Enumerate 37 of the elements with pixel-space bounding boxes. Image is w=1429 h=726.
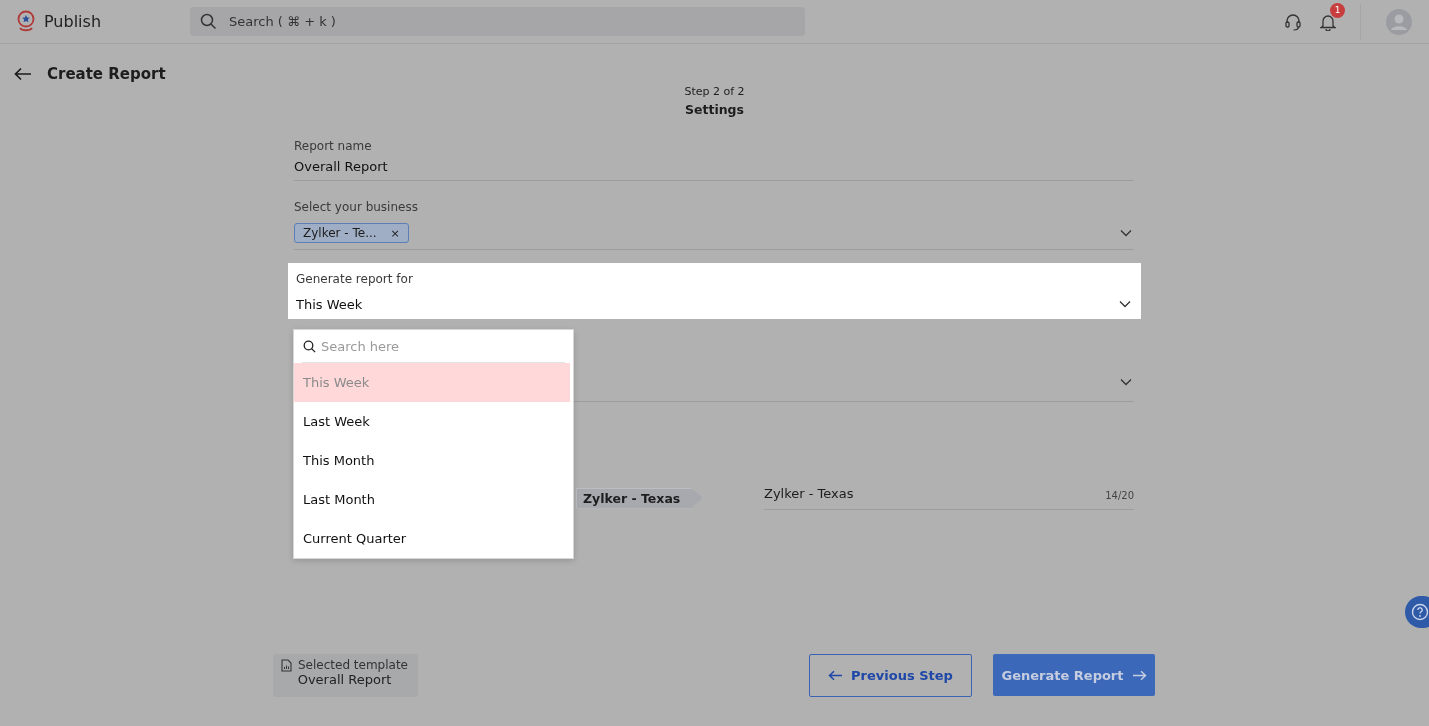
field-label: Select your business bbox=[294, 200, 419, 214]
chevron-down-icon[interactable] bbox=[1120, 229, 1132, 237]
document-icon bbox=[281, 658, 292, 672]
dropdown-option[interactable]: Last Month bbox=[294, 480, 570, 519]
headset-icon[interactable] bbox=[1284, 12, 1302, 31]
field-label: Generate report for bbox=[296, 272, 414, 286]
dropdown-option[interactable]: This Month bbox=[294, 441, 570, 480]
template-name: Overall Report bbox=[297, 672, 392, 687]
step-title: Settings bbox=[685, 102, 744, 117]
chevron-down-icon[interactable] bbox=[1120, 378, 1132, 386]
search-icon bbox=[303, 340, 316, 353]
bell-icon[interactable] bbox=[1320, 12, 1336, 31]
template-label: Selected template bbox=[298, 658, 408, 672]
search-icon bbox=[200, 13, 217, 30]
notification-badge: 1 bbox=[1330, 2, 1345, 18]
page-title: Create Report bbox=[47, 65, 166, 83]
dropdown-option[interactable]: Last Week bbox=[294, 402, 570, 441]
logo-icon bbox=[16, 9, 36, 34]
previous-step-button[interactable]: Previous Step bbox=[809, 654, 972, 697]
period-select[interactable]: Generate report for This Week bbox=[288, 263, 1141, 319]
business-chip[interactable]: Zylker - Te... × bbox=[294, 223, 409, 243]
step-indicator: Step 2 of 2 bbox=[684, 85, 745, 98]
character-counter: 14/20 bbox=[1105, 490, 1134, 501]
selected-value: This Week bbox=[296, 296, 363, 312]
help-icon bbox=[1411, 603, 1429, 621]
dropdown-option[interactable]: Current Quarter bbox=[294, 519, 570, 558]
report-name-field[interactable]: Overall Report bbox=[294, 159, 1134, 174]
back-arrow-icon[interactable] bbox=[14, 67, 32, 81]
help-button[interactable] bbox=[1405, 596, 1429, 628]
chevron-down-icon[interactable] bbox=[1119, 300, 1131, 308]
business-name-field[interactable]: Zylker - Texas bbox=[764, 486, 1106, 501]
search-field[interactable]: Search ( ⌘ + k ) bbox=[190, 7, 805, 36]
field-label: Report name bbox=[294, 139, 373, 153]
right-arrow-icon bbox=[1131, 669, 1147, 681]
business-tag: Zylker - Texas bbox=[576, 487, 704, 509]
app-name: Publish bbox=[44, 12, 102, 31]
left-arrow-icon bbox=[828, 670, 844, 681]
